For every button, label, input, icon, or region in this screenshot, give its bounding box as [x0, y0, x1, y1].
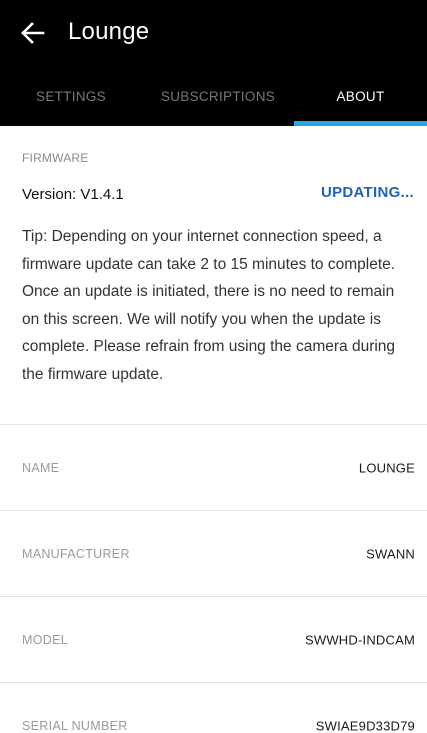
info-row-name: NAME LOUNGE [0, 424, 427, 510]
serial-label: SERIAL NUMBER [22, 718, 128, 733]
firmware-section: FIRMWARE Version: V1.4.1 UPDATING... Tip… [0, 126, 427, 424]
tab-settings[interactable]: SETTINGS [0, 66, 142, 126]
tab-bar: SETTINGS SUBSCRIPTIONS ABOUT [0, 66, 427, 126]
firmware-version: Version: V1.4.1 [22, 186, 124, 203]
arrow-left-icon [21, 22, 45, 44]
manufacturer-value: SWANN [366, 546, 415, 561]
back-button[interactable] [16, 16, 50, 50]
manufacturer-label: MANUFACTURER [22, 546, 130, 561]
name-label: NAME [22, 460, 60, 475]
firmware-label: FIRMWARE [22, 151, 89, 165]
tab-about[interactable]: ABOUT [294, 66, 427, 126]
title-row: Lounge [0, 0, 427, 66]
firmware-tip: Tip: Depending on your internet connecti… [22, 228, 396, 383]
serial-value: SWIAE9D33D79 [315, 718, 415, 733]
info-row-serial: SERIAL NUMBER SWIAE9D33D79 [0, 682, 427, 733]
about-screen: Lounge SETTINGS SUBSCRIPTIONS ABOUT FIRM… [0, 0, 427, 733]
top-bar: Lounge SETTINGS SUBSCRIPTIONS ABOUT [0, 0, 427, 126]
info-row-manufacturer: MANUFACTURER SWANN [0, 510, 427, 596]
page-title: Lounge [68, 18, 150, 45]
model-label: MODEL [22, 632, 68, 647]
name-value: LOUNGE [358, 460, 415, 475]
firmware-status-link[interactable]: UPDATING... [321, 184, 414, 201]
tab-subscriptions[interactable]: SUBSCRIPTIONS [142, 66, 294, 126]
model-value: SWWHD-INDCAM [305, 632, 415, 647]
info-row-model: MODEL SWWHD-INDCAM [0, 596, 427, 682]
